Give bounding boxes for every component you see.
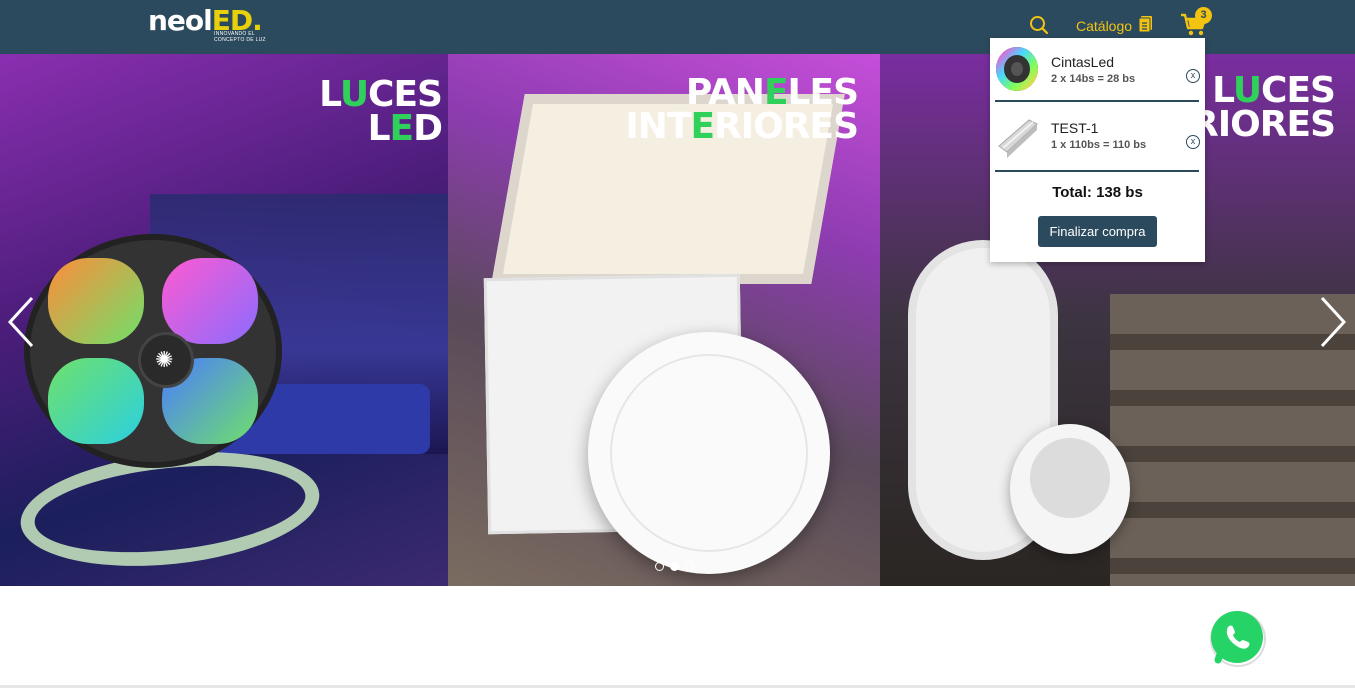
cart-item-price: 1 x 110bs = 110 bs xyxy=(1051,139,1147,151)
slide-paneles-interiores[interactable]: PANELES INTERIORES xyxy=(448,54,880,586)
carousel-dot-3[interactable] xyxy=(685,562,694,571)
cart-count-badge: 3 xyxy=(1195,7,1212,24)
logo-tagline: Innovando el concepto de luz xyxy=(214,31,266,43)
brand-logo[interactable]: neolED. Innovando el concepto de luz xyxy=(148,5,278,46)
remove-item-icon[interactable]: x xyxy=(1186,135,1200,149)
aluminum-profile-thumbnail xyxy=(995,112,1039,158)
whatsapp-icon[interactable] xyxy=(1206,608,1268,670)
slide-luces-led[interactable]: ✺ LUCES LED xyxy=(0,54,448,586)
search-icon[interactable] xyxy=(1029,15,1049,35)
carousel-dot-1[interactable] xyxy=(655,562,664,571)
led-reel-image: ✺ xyxy=(30,240,276,462)
catalog-icon xyxy=(1138,15,1154,38)
slide-title: PANELES INTERIORES xyxy=(625,72,859,147)
led-strip-thumbnail xyxy=(995,46,1039,92)
bulkhead-lens-image xyxy=(1010,424,1130,554)
cart-dropdown: CintasLed 2 x 14bs = 28 bs x TEST-1 1 x … xyxy=(990,38,1205,262)
cart-item-name: TEST-1 xyxy=(1051,120,1099,136)
carousel-dots xyxy=(655,562,694,571)
carousel-prev-arrow-icon[interactable] xyxy=(4,294,40,350)
checkout-button[interactable]: Finalizar compra xyxy=(1038,216,1157,247)
slide-title: LUCES LED xyxy=(319,74,443,149)
cart-item: TEST-1 1 x 110bs = 110 bs x xyxy=(995,108,1200,172)
catalog-link[interactable]: Catálogo xyxy=(1076,15,1154,38)
round-panel-image xyxy=(588,332,830,574)
cart-item-price: 2 x 14bs = 28 bs xyxy=(1051,73,1136,85)
cart-item-name: CintasLed xyxy=(1051,54,1115,70)
light-icon: ✺ xyxy=(155,347,174,372)
cart-item: CintasLed 2 x 14bs = 28 bs x xyxy=(995,42,1200,102)
catalog-label: Catálogo xyxy=(1076,18,1133,34)
carousel-next-arrow-icon[interactable] xyxy=(1314,294,1350,350)
remove-item-icon[interactable]: x xyxy=(1186,69,1200,83)
cart-total: Total: 138 bs xyxy=(1052,184,1143,201)
carousel-dot-2[interactable] xyxy=(670,562,679,571)
